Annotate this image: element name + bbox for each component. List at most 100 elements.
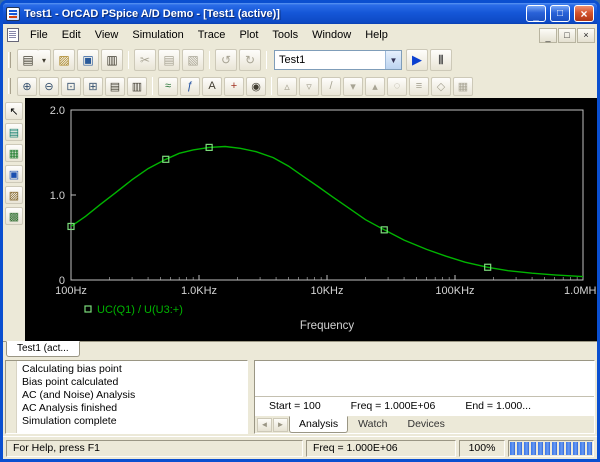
tab-devices[interactable]: Devices <box>397 416 454 433</box>
menu-tools[interactable]: Tools <box>265 26 305 44</box>
toolbar-separator <box>266 51 267 69</box>
maximize-button[interactable]: □ <box>550 5 570 22</box>
paste-button[interactable]: ▧ <box>182 49 204 71</box>
svg-text:10KHz: 10KHz <box>310 285 343 297</box>
log-x-axis-button[interactable]: ▤ <box>105 77 125 96</box>
mark-label-button[interactable]: ◇ <box>431 77 451 96</box>
menu-trace[interactable]: Trace <box>191 26 233 44</box>
svg-text:100KHz: 100KHz <box>435 285 474 297</box>
simulation-status-tabs: ◄ ► Analysis Watch Devices <box>255 416 594 433</box>
tab-watch[interactable]: Watch <box>348 416 397 433</box>
svg-text:Frequency: Frequency <box>300 320 355 332</box>
mdi-close-button[interactable]: × <box>577 28 595 43</box>
mdi-restore-button[interactable]: □ <box>558 28 576 43</box>
svg-text:1.0: 1.0 <box>50 190 65 202</box>
pspice-window: Test1 - OrCAD PSpice A/D Demo - [Test1 (… <box>0 0 600 462</box>
new-simulation-button[interactable]: ▤ <box>17 49 39 71</box>
print-button[interactable]: ▥ <box>101 49 123 71</box>
lower-panes: Calculating bias point Bias point calcul… <box>3 358 597 436</box>
add-trace-button[interactable]: ≈ <box>158 77 178 96</box>
status-zoom-panel: 100% <box>459 440 505 457</box>
plot-tab-strip: Test1 (act... <box>3 341 597 358</box>
title-bar: Test1 - OrCAD PSpice A/D Demo - [Test1 (… <box>3 3 597 24</box>
simulation-results-icon[interactable]: ▦ <box>5 144 23 162</box>
window-title: Test1 - OrCAD PSpice A/D Demo - [Test1 (… <box>24 8 522 20</box>
log-y-axis-button[interactable]: ▥ <box>127 77 147 96</box>
pointer-tool-icon[interactable]: ↖ <box>5 102 23 120</box>
menu-help[interactable]: Help <box>358 26 395 44</box>
toolbar-grip[interactable] <box>8 78 11 94</box>
stimulus-file-icon[interactable]: ▨ <box>5 186 23 204</box>
pause-simulation-button[interactable]: Ⅱ <box>430 49 452 71</box>
schematic-page-icon[interactable]: ▤ <box>5 123 23 141</box>
new-dropdown-caret-icon[interactable]: ▾ <box>38 49 51 71</box>
plot-properties-button[interactable]: ▦ <box>453 77 473 96</box>
open-button[interactable]: ▨ <box>53 49 75 71</box>
probe-window-icon[interactable]: ▣ <box>5 165 23 183</box>
cursor-toggle-button[interactable]: ◉ <box>246 77 266 96</box>
zoom-out-button[interactable]: ⊖ <box>39 77 59 96</box>
probe-toolbar: ⊕ ⊖ ⊡ ⊞ ▤ ▥ ≈ ƒ A + ◉ ▵ ▿ / ▾ ▴ ◌ ≡ ◇ ▦ <box>3 74 597 98</box>
copy-button[interactable]: ▤ <box>158 49 180 71</box>
simulation-profile-select[interactable]: Test1 ▼ <box>274 50 402 70</box>
cursor-search-button[interactable]: ≡ <box>409 77 429 96</box>
menu-simulation[interactable]: Simulation <box>125 26 190 44</box>
minimize-button[interactable]: _ <box>526 5 546 22</box>
cut-button[interactable]: ✂ <box>134 49 156 71</box>
zoom-fit-button[interactable]: ⊞ <box>83 77 103 96</box>
mdi-minimize-button[interactable]: _ <box>539 28 557 43</box>
output-line: AC Analysis finished <box>22 402 242 415</box>
cursor-trough-button[interactable]: ▿ <box>299 77 319 96</box>
save-button[interactable]: ▣ <box>77 49 99 71</box>
output-window: Calculating bias point Bias point calcul… <box>5 360 248 434</box>
model-library-icon[interactable]: ▩ <box>5 207 23 225</box>
svg-text:1.0KHz: 1.0KHz <box>181 285 217 297</box>
status-bar: For Help, press F1 Freq = 1.000E+06 100% <box>3 436 597 459</box>
menu-plot[interactable]: Plot <box>232 26 265 44</box>
document-icon[interactable] <box>7 28 19 42</box>
status-freq-panel: Freq = 1.000E+06 <box>306 440 456 457</box>
svg-text:1.0MHz: 1.0MHz <box>564 285 597 297</box>
side-toolbar: ↖ ▤ ▦ ▣ ▨ ▩ <box>3 98 25 341</box>
menu-file[interactable]: File <box>23 26 55 44</box>
zoom-in-button[interactable]: ⊕ <box>17 77 37 96</box>
workspace: ↖ ▤ ▦ ▣ ▨ ▩ 100Hz1.0KHz10KHz100KHz1.0MHz… <box>3 98 597 341</box>
svg-text:2.0: 2.0 <box>50 105 65 117</box>
cursor-point-button[interactable]: ◌ <box>387 77 407 96</box>
app-icon <box>6 7 20 21</box>
mark-data-point-button[interactable]: + <box>224 77 244 96</box>
redo-button[interactable]: ↻ <box>239 49 261 71</box>
chevron-down-icon[interactable]: ▼ <box>385 51 401 69</box>
menu-window[interactable]: Window <box>305 26 358 44</box>
menu-bar: File Edit View Simulation Trace Plot Too… <box>3 24 597 46</box>
cursor-slope-button[interactable]: / <box>321 77 341 96</box>
zoom-area-button[interactable]: ⊡ <box>61 77 81 96</box>
simulation-progress-bar <box>508 440 594 457</box>
cursor-max-button[interactable]: ▴ <box>365 77 385 96</box>
sim-freq-value: Freq = 1.000E+06 <box>351 400 436 412</box>
output-line: AC (and Noise) Analysis <box>22 389 242 402</box>
eval-function-button[interactable]: ƒ <box>180 77 200 96</box>
tab-scroll-left-icon[interactable]: ◄ <box>257 418 272 432</box>
run-simulation-button[interactable]: ▶ <box>406 49 428 71</box>
svg-text:UC(Q1) / U(U3:+): UC(Q1) / U(U3:+) <box>97 304 183 316</box>
plot-tab[interactable]: Test1 (act... <box>6 341 80 357</box>
cursor-peak-button[interactable]: ▵ <box>277 77 297 96</box>
toolbar-grip[interactable] <box>8 52 11 68</box>
cursor-min-button[interactable]: ▾ <box>343 77 363 96</box>
frequency-plot[interactable]: 100Hz1.0KHz10KHz100KHz1.0MHz01.02.0UC(Q1… <box>25 98 597 341</box>
status-help-text: For Help, press F1 <box>6 440 303 457</box>
add-text-label-button[interactable]: A <box>202 77 222 96</box>
simulation-values-row: Start = 100 Freq = 1.000E+06 End = 1.000… <box>255 396 594 416</box>
output-lines: Calculating bias point Bias point calcul… <box>17 361 247 433</box>
undo-button[interactable]: ↺ <box>215 49 237 71</box>
close-button[interactable]: × <box>574 5 594 22</box>
tab-scroll-right-icon[interactable]: ► <box>273 418 288 432</box>
sim-start-value: Start = 100 <box>269 400 321 412</box>
simulation-status-window: Start = 100 Freq = 1.000E+06 End = 1.000… <box>254 360 595 434</box>
menu-edit[interactable]: Edit <box>55 26 88 44</box>
tab-analysis[interactable]: Analysis <box>289 416 348 433</box>
simulation-profile-value: Test1 <box>275 54 385 66</box>
menu-view[interactable]: View <box>88 26 126 44</box>
output-line: Calculating bias point <box>22 363 242 376</box>
